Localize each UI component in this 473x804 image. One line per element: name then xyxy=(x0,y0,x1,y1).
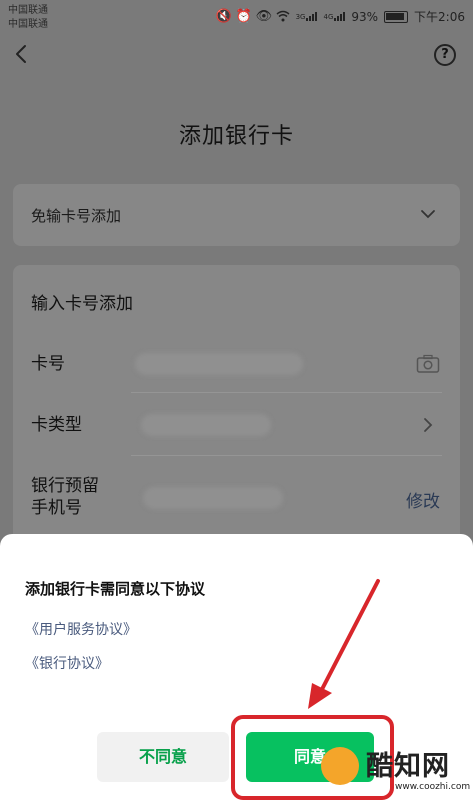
quick-add-card[interactable]: 免输卡号添加 xyxy=(13,184,460,246)
card-number-value[interactable] xyxy=(135,353,303,375)
card-number-label: 卡号 xyxy=(31,354,65,374)
manual-add-title: 输入卡号添加 xyxy=(31,294,133,314)
network-type-4g: 4G xyxy=(323,13,334,21)
quick-add-label: 免输卡号添加 xyxy=(31,207,122,225)
annotation-arrow-icon xyxy=(308,579,380,709)
agreement-title: 添加银行卡需同意以下协议 xyxy=(25,580,206,598)
wifi-icon xyxy=(276,10,290,24)
card-type-label: 卡类型 xyxy=(31,415,82,435)
chevron-down-icon[interactable] xyxy=(420,206,436,222)
signal-3g-icon: 3G xyxy=(296,12,318,21)
network-type-3g: 3G xyxy=(295,13,306,21)
watermark-name: 酷知网 xyxy=(366,751,450,782)
phone-label-line1: 银行预留 xyxy=(31,476,99,496)
card-type-value xyxy=(141,414,271,436)
chevron-right-icon[interactable] xyxy=(422,417,434,433)
card-type-row[interactable]: 卡类型 xyxy=(31,414,442,454)
carrier-label-1: 中国联通 xyxy=(8,5,48,16)
alarm-icon: ⏰ xyxy=(235,8,252,24)
phone-row[interactable]: 银行预留 手机号 修改 xyxy=(31,475,442,525)
status-bar: 中国联通 中国联通 🔇 ⏰ 👁 3G 4G 93% 下午2:06 xyxy=(0,0,473,36)
camera-icon[interactable] xyxy=(416,354,440,374)
bank-agreement-link[interactable]: 《银行协议》 xyxy=(25,653,109,673)
signal-4g-icon: 4G xyxy=(323,12,346,21)
help-icon[interactable]: ? xyxy=(434,44,456,66)
disagree-button[interactable]: 不同意 xyxy=(97,732,229,782)
back-arrow-icon[interactable] xyxy=(10,42,34,66)
watermark-url: www.coozhi.com xyxy=(395,782,471,792)
modify-link[interactable]: 修改 xyxy=(406,487,440,512)
phone-label-line2: 手机号 xyxy=(31,498,82,518)
eye-icon: 👁 xyxy=(255,8,273,24)
battery-icon xyxy=(384,10,409,23)
clock: 下午2:06 xyxy=(414,10,465,24)
watermark-logo-icon xyxy=(321,747,359,785)
phone-value xyxy=(143,487,283,509)
row-divider xyxy=(131,392,442,393)
page-title: 添加银行卡 xyxy=(178,124,294,149)
carrier-label-2: 中国联通 xyxy=(8,19,48,30)
status-icons: 🔇 ⏰ 👁 3G 4G 93% 下午2:06 xyxy=(216,8,465,25)
row-divider xyxy=(131,455,442,456)
card-number-row[interactable]: 卡号 xyxy=(31,353,442,393)
battery-percent: 93% xyxy=(351,9,379,24)
user-service-agreement-link[interactable]: 《用户服务协议》 xyxy=(25,619,137,639)
mute-icon: 🔇 xyxy=(215,8,232,24)
